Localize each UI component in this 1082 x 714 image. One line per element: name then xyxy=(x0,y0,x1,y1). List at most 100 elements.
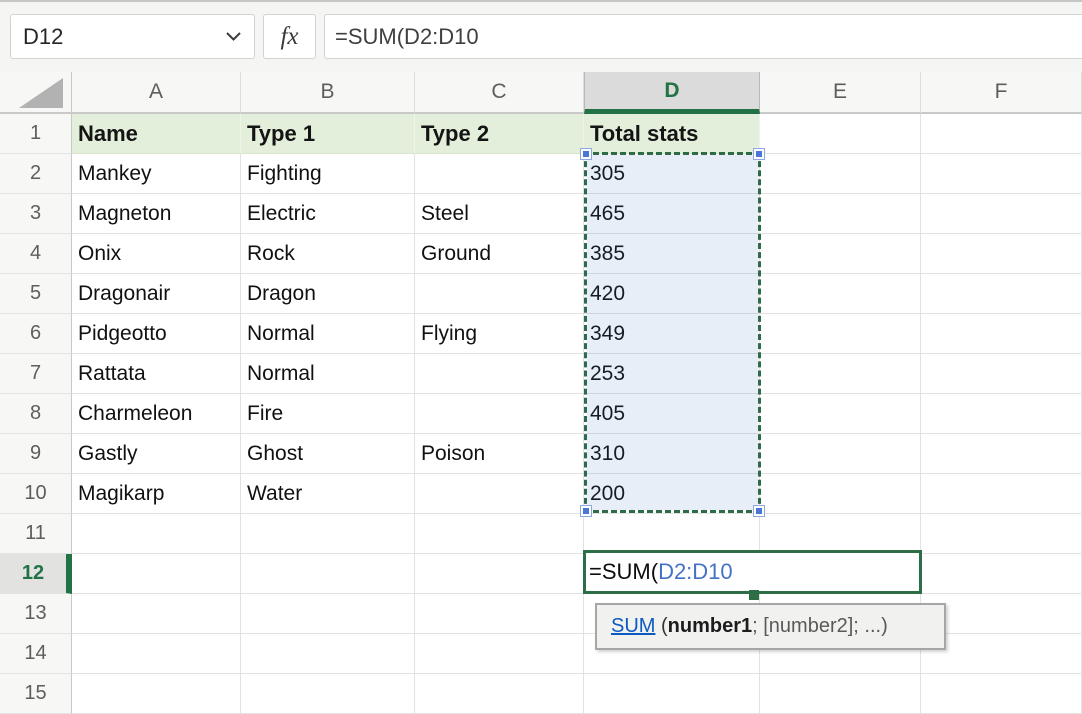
cell-A13[interactable] xyxy=(72,594,241,634)
cell-B4[interactable]: Rock xyxy=(241,234,415,274)
cell-A2[interactable]: Mankey xyxy=(72,154,241,194)
row-header-1[interactable]: 1 xyxy=(0,114,72,154)
cell-C8[interactable] xyxy=(415,394,584,434)
row-header-9[interactable]: 9 xyxy=(0,434,72,474)
cell-F10[interactable] xyxy=(921,474,1082,514)
cell-A15[interactable] xyxy=(72,674,241,714)
cell-E10[interactable] xyxy=(760,474,921,514)
cell-C11[interactable] xyxy=(415,514,584,554)
cell-F12[interactable] xyxy=(921,554,1082,594)
cell-B15[interactable] xyxy=(241,674,415,714)
cell-E3[interactable] xyxy=(760,194,921,234)
cell-B9[interactable]: Ghost xyxy=(241,434,415,474)
cell-C4[interactable]: Ground xyxy=(415,234,584,274)
cell-E5[interactable] xyxy=(760,274,921,314)
cell-C3[interactable]: Steel xyxy=(415,194,584,234)
cell-B14[interactable] xyxy=(241,634,415,674)
row-header-7[interactable]: 7 xyxy=(0,354,72,394)
cell-F7[interactable] xyxy=(921,354,1082,394)
cell-F4[interactable] xyxy=(921,234,1082,274)
cell-B11[interactable] xyxy=(241,514,415,554)
selection-handle-top-right[interactable] xyxy=(754,149,764,159)
cell-B7[interactable]: Normal xyxy=(241,354,415,394)
row-header-15[interactable]: 15 xyxy=(0,674,72,714)
cell-C13[interactable] xyxy=(415,594,584,634)
cell-C2[interactable] xyxy=(415,154,584,194)
cell-E1[interactable] xyxy=(760,114,921,154)
active-cell-editor[interactable]: =SUM(D2:D10 xyxy=(583,550,922,594)
cell-F8[interactable] xyxy=(921,394,1082,434)
cell-F6[interactable] xyxy=(921,314,1082,354)
col-header-C[interactable]: C xyxy=(415,72,584,114)
cell-B3[interactable]: Electric xyxy=(241,194,415,234)
row-header-4[interactable]: 4 xyxy=(0,234,72,274)
cell-B6[interactable]: Normal xyxy=(241,314,415,354)
cell-B2[interactable]: Fighting xyxy=(241,154,415,194)
cell-B10[interactable]: Water xyxy=(241,474,415,514)
cell-E11[interactable] xyxy=(760,514,921,554)
cell-B12[interactable] xyxy=(241,554,415,594)
col-header-F[interactable]: F xyxy=(921,72,1082,114)
row-header-2[interactable]: 2 xyxy=(0,154,72,194)
cell-C14[interactable] xyxy=(415,634,584,674)
select-all-corner[interactable] xyxy=(0,72,72,114)
cell-E15[interactable] xyxy=(760,674,921,714)
cell-A1[interactable]: Name xyxy=(72,114,241,154)
cell-D1[interactable]: Total stats xyxy=(584,114,760,154)
cell-F5[interactable] xyxy=(921,274,1082,314)
cell-A8[interactable]: Charmeleon xyxy=(72,394,241,434)
selection-handle-bottom-left[interactable] xyxy=(581,506,591,516)
cell-C15[interactable] xyxy=(415,674,584,714)
cell-E8[interactable] xyxy=(760,394,921,434)
cell-A12[interactable] xyxy=(72,554,241,594)
cell-F11[interactable] xyxy=(921,514,1082,554)
selection-handle-top-left[interactable] xyxy=(581,149,591,159)
cell-E9[interactable] xyxy=(760,434,921,474)
cell-C12[interactable] xyxy=(415,554,584,594)
cell-E2[interactable] xyxy=(760,154,921,194)
col-header-A[interactable]: A xyxy=(72,72,241,114)
selection-range[interactable] xyxy=(584,152,761,513)
cell-E6[interactable] xyxy=(760,314,921,354)
formula-bar-input[interactable]: =SUM(D2:D10 xyxy=(324,14,1082,59)
cell-A4[interactable]: Onix xyxy=(72,234,241,274)
cell-B8[interactable]: Fire xyxy=(241,394,415,434)
sum-function-link[interactable]: SUM xyxy=(611,615,655,638)
cell-A5[interactable]: Dragonair xyxy=(72,274,241,314)
cell-A6[interactable]: Pidgeotto xyxy=(72,314,241,354)
chevron-down-icon[interactable] xyxy=(225,31,242,42)
cell-D11[interactable] xyxy=(584,514,760,554)
row-header-10[interactable]: 10 xyxy=(0,474,72,514)
cell-A11[interactable] xyxy=(72,514,241,554)
row-header-14[interactable]: 14 xyxy=(0,634,72,674)
cell-A3[interactable]: Magneton xyxy=(72,194,241,234)
row-header-13[interactable]: 13 xyxy=(0,594,72,634)
cell-A9[interactable]: Gastly xyxy=(72,434,241,474)
cell-C6[interactable]: Flying xyxy=(415,314,584,354)
cell-F9[interactable] xyxy=(921,434,1082,474)
fill-handle[interactable] xyxy=(749,590,759,600)
cell-B1[interactable]: Type 1 xyxy=(241,114,415,154)
cell-B5[interactable]: Dragon xyxy=(241,274,415,314)
cell-D15[interactable] xyxy=(584,674,760,714)
cell-E7[interactable] xyxy=(760,354,921,394)
row-header-5[interactable]: 5 xyxy=(0,274,72,314)
col-header-D[interactable]: D xyxy=(584,72,760,114)
cell-C5[interactable] xyxy=(415,274,584,314)
selection-handle-bottom-right[interactable] xyxy=(754,506,764,516)
cell-A7[interactable]: Rattata xyxy=(72,354,241,394)
row-header-11[interactable]: 11 xyxy=(0,514,72,554)
name-box[interactable]: D12 xyxy=(10,14,255,59)
insert-function-button[interactable]: fx xyxy=(263,14,316,59)
cell-A10[interactable]: Magikarp xyxy=(72,474,241,514)
cell-F3[interactable] xyxy=(921,194,1082,234)
cell-A14[interactable] xyxy=(72,634,241,674)
cell-F2[interactable] xyxy=(921,154,1082,194)
col-header-E[interactable]: E xyxy=(760,72,921,114)
row-header-12[interactable]: 12 xyxy=(0,554,72,594)
row-header-3[interactable]: 3 xyxy=(0,194,72,234)
cell-F1[interactable] xyxy=(921,114,1082,154)
col-header-B[interactable]: B xyxy=(241,72,415,114)
cell-C10[interactable] xyxy=(415,474,584,514)
cell-F15[interactable] xyxy=(921,674,1082,714)
